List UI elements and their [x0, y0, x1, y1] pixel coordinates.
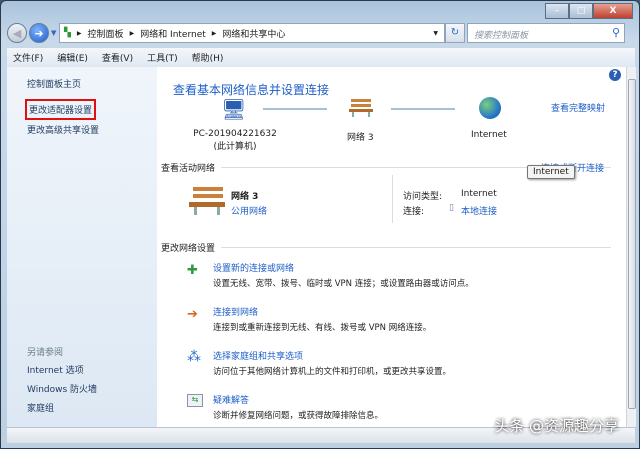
window: – □ X ◀ ➜ ▼ ▚ ▶ 控制面板 ▶ 网络和 Internet ▶ 网络… [0, 0, 640, 449]
task-link[interactable]: 设置新的连接或网络 [213, 261, 294, 274]
history-dropdown-icon[interactable]: ▼ [51, 29, 56, 37]
minimize-button[interactable]: – [545, 3, 569, 19]
computer-sub: (此计算机) [213, 142, 257, 152]
task-desc: 连接到或重新连接到无线、有线、拨号或 VPN 网络连接。 [213, 323, 432, 333]
scrollbar-thumb[interactable] [628, 79, 636, 409]
see-also-heading: 另请参阅 [27, 348, 64, 358]
sidebar-homegroup[interactable]: 家庭组 [27, 401, 54, 414]
network-type-link[interactable]: 公用网络 [231, 204, 267, 217]
sidebar-change-adapter-settings[interactable]: 更改适配器设置 [25, 99, 97, 120]
map-link-line [263, 108, 327, 110]
sidebar: 控制面板主页 更改适配器设置 更改高级共享设置 另请参阅 Internet 选项… [7, 67, 157, 427]
task-link[interactable]: 选择家庭组和共享选项 [213, 349, 303, 362]
new-connection-icon: ✚ [187, 263, 198, 278]
tooltip: Internet [527, 165, 575, 179]
menu-edit[interactable]: 编辑(E) [57, 51, 88, 64]
address-bar[interactable]: ▚ ▶ 控制面板 ▶ 网络和 Internet ▶ 网络和共享中心 ▼ [59, 23, 445, 43]
troubleshoot-icon: ⇆ [187, 394, 203, 407]
map-network: 网络 3 [347, 133, 374, 143]
sidebar-windows-firewall[interactable]: Windows 防火墙 [27, 382, 97, 395]
map-internet: Internet [471, 130, 507, 140]
computer-icon: 🖥 [221, 97, 247, 121]
address-dropdown-icon[interactable]: ▼ [433, 30, 438, 37]
task-desc: 访问位于其他网络计算机上的文件和打印机，或更改共享设置。 [213, 367, 452, 377]
access-type-value: Internet [461, 189, 497, 199]
map-computer: PC-201904221632 (此计算机) [193, 129, 277, 152]
help-icon[interactable]: ? [609, 69, 621, 81]
breadcrumb-sharing-center[interactable]: 网络和共享中心 [222, 27, 285, 40]
breadcrumb-control-panel[interactable]: 控制面板 [88, 27, 124, 40]
local-connection-link[interactable]: 本地连接 [461, 204, 497, 217]
page-title: 查看基本网络信息并设置连接 [173, 83, 330, 97]
search-input[interactable]: 搜索控制面板 ⚲ [467, 23, 625, 43]
computer-name: PC-201904221632 [193, 129, 277, 139]
active-network-name: 网络 3 [231, 192, 259, 202]
change-settings-header: 更改网络设置 [161, 241, 611, 254]
scrollbar[interactable] [626, 67, 636, 427]
content-area: 查看基本网络信息并设置连接 查看完整映射 🖥 PC-201904221632 (… [157, 67, 626, 427]
close-button[interactable]: X [593, 3, 633, 19]
watermark: 头条 @资源趣分享 [494, 417, 619, 435]
back-button[interactable]: ◀ [7, 23, 27, 43]
task-link[interactable]: 疑难解答 [213, 393, 249, 406]
menu-bar: 文件(F) 编辑(E) 查看(V) 工具(T) 帮助(H) [7, 47, 635, 67]
sidebar-advanced-sharing[interactable]: 更改高级共享设置 [27, 123, 99, 136]
menu-view[interactable]: 查看(V) [102, 51, 133, 64]
globe-icon [479, 97, 501, 119]
bench-icon-large [189, 185, 225, 215]
bench-icon [349, 97, 373, 117]
connect-network-icon: ➔ [187, 307, 198, 322]
search-placeholder: 搜索控制面板 [474, 31, 529, 41]
nav-buttons: ◀ ➜ ▼ [7, 23, 56, 43]
breadcrumb-network-internet[interactable]: 网络和 Internet [140, 27, 206, 40]
task-desc: 诊断并修复网络问题，或获得故障排除信息。 [213, 411, 384, 421]
view-full-map-link[interactable]: 查看完整映射 [551, 101, 605, 114]
task-link[interactable]: 连接到网络 [213, 305, 258, 318]
refresh-button[interactable]: ↻ [445, 23, 465, 43]
access-type-label: 访问类型: [403, 192, 443, 202]
maximize-button[interactable]: □ [569, 3, 593, 19]
sidebar-control-panel-home[interactable]: 控制面板主页 [27, 77, 81, 90]
divider [392, 175, 393, 223]
sidebar-internet-options[interactable]: Internet 选项 [27, 363, 84, 376]
menu-file[interactable]: 文件(F) [13, 51, 43, 64]
forward-button[interactable]: ➜ [29, 23, 49, 43]
caption-buttons: – □ X [545, 3, 633, 19]
map-link-line [391, 108, 455, 110]
homegroup-icon: ⁂ [187, 349, 201, 365]
menu-help[interactable]: 帮助(H) [192, 51, 224, 64]
task-desc: 设置无线、宽带、拨号、临时或 VPN 连接；或设置路由器或访问点。 [213, 279, 474, 289]
menu-tools[interactable]: 工具(T) [147, 51, 178, 64]
connection-label: 连接: [403, 207, 425, 217]
control-panel-icon: ▚ [64, 28, 71, 38]
search-icon[interactable]: ⚲ [612, 26, 620, 39]
ethernet-icon: ▯ [449, 203, 454, 213]
